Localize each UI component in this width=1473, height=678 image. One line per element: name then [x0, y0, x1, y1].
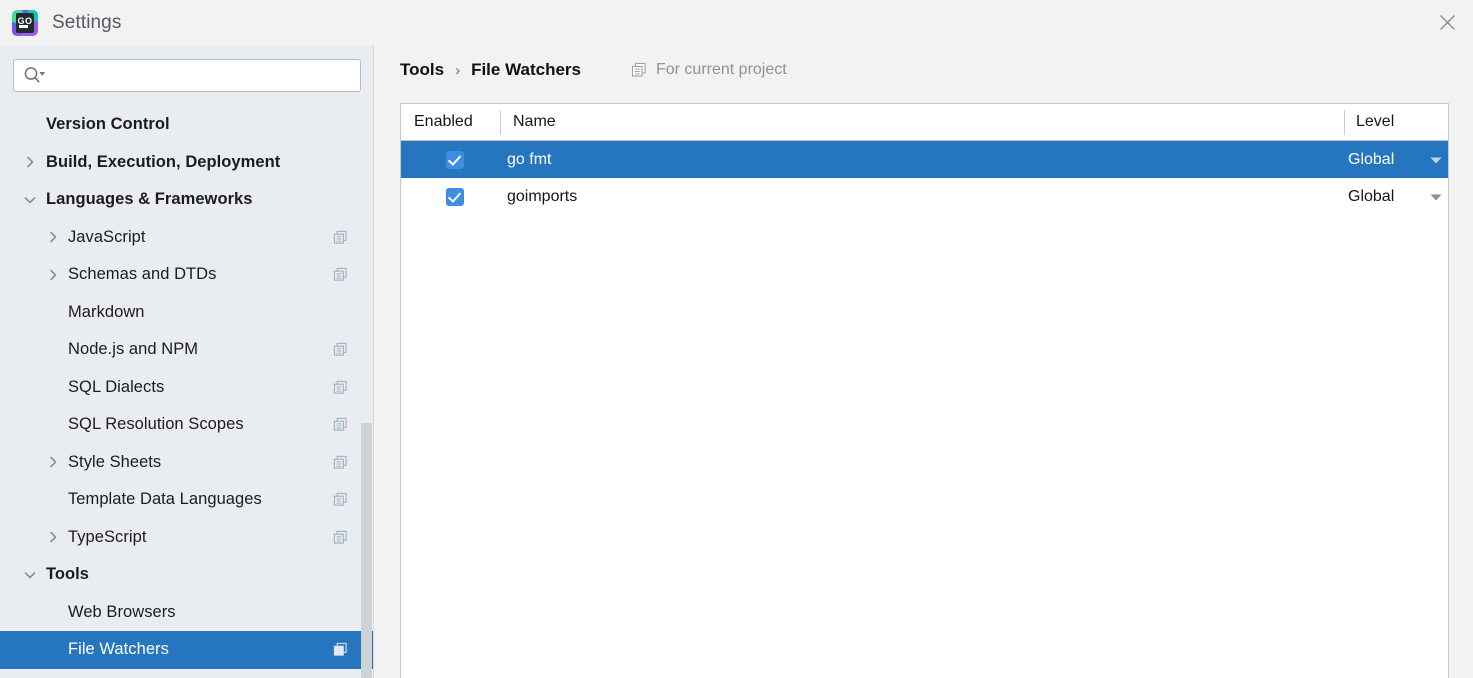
copy-config-icon[interactable]	[333, 492, 348, 507]
sidebar-item-typescript[interactable]: TypeScript	[0, 519, 374, 557]
breadcrumb-parent[interactable]: Tools	[400, 60, 444, 80]
copy-config-icon[interactable]	[333, 530, 348, 545]
watcher-level: Global	[1348, 187, 1395, 205]
goland-logo-icon: GO	[12, 9, 38, 36]
column-header-level[interactable]: Level	[1356, 104, 1394, 140]
project-scope-label: For current project	[655, 61, 787, 78]
close-button[interactable]	[1421, 0, 1473, 45]
breadcrumb: Tools › File Watchers For current projec…	[400, 57, 787, 83]
sidebar-item-label: SQL Dialects	[68, 377, 165, 396]
logo-glyph: GO	[16, 12, 34, 33]
chevron-right-icon[interactable]	[45, 529, 61, 545]
settings-window: GO Settings Version Control Build, Execut…	[0, 0, 1473, 678]
close-icon	[1439, 15, 1455, 30]
sidebar-item-style-sheets[interactable]: Style Sheets	[0, 444, 374, 482]
sidebar-item-label: Languages & Frameworks	[46, 190, 253, 209]
chevron-right-icon[interactable]	[45, 267, 61, 283]
sidebar-item-label: Build, Execution, Deployment	[46, 152, 281, 171]
settings-tree: Version Control Build, Execution, Deploym…	[0, 106, 374, 678]
watcher-level: Global	[1348, 150, 1395, 168]
level-dropdown-icon[interactable]	[1429, 153, 1443, 167]
sidebar-item-label: Version Control	[46, 115, 170, 134]
sidebar-item-label: Template Data Languages	[68, 490, 262, 509]
sidebar-item-javascript[interactable]: JavaScript	[0, 219, 374, 257]
table-header: Enabled Name Level	[401, 104, 1448, 141]
table-row[interactable]: go fmt Global	[401, 141, 1448, 178]
sidebar-item-schemas-and-dtds[interactable]: Schemas and DTDs	[0, 256, 374, 294]
column-header-enabled[interactable]: Enabled	[414, 104, 473, 140]
logo-underbar	[19, 24, 28, 28]
chevron-right-icon[interactable]	[45, 229, 61, 245]
breadcrumb-current: File Watchers	[471, 60, 581, 79]
sidebar-item-sql-dialects[interactable]: SQL Dialects	[0, 369, 374, 407]
search-input[interactable]	[13, 59, 361, 92]
sidebar-item-label: JavaScript	[68, 227, 146, 246]
sidebar-item-label: Style Sheets	[68, 452, 162, 471]
copy-config-icon[interactable]	[333, 342, 348, 357]
enabled-checkbox[interactable]	[446, 187, 464, 206]
sidebar-item-label: Node.js and NPM	[68, 340, 199, 359]
copy-config-icon[interactable]	[333, 230, 348, 245]
checkmark-icon	[446, 150, 464, 169]
sidebar-item-label: File Watchers	[68, 640, 169, 659]
enabled-checkbox[interactable]	[446, 150, 464, 169]
sidebar-item-sql-resolution-scopes[interactable]: SQL Resolution Scopes	[0, 406, 374, 444]
file-watchers-table: Enabled Name Level go fmt Global goimports…	[400, 103, 1449, 678]
column-divider-1[interactable]	[500, 110, 501, 135]
copy-config-icon[interactable]	[333, 267, 348, 282]
column-divider-2[interactable]	[1344, 110, 1345, 135]
checkmark-icon	[446, 187, 464, 206]
breadcrumb-separator: ›	[455, 61, 461, 79]
level-dropdown-icon[interactable]	[1429, 190, 1443, 204]
sidebar-item-build-execution-deployment[interactable]: Build, Execution, Deployment	[0, 144, 374, 182]
search-field[interactable]	[13, 59, 361, 92]
title-bar: GO Settings	[0, 0, 1473, 45]
window-title: Settings	[52, 11, 122, 33]
sidebar-item-template-data-languages[interactable]: Template Data Languages	[0, 481, 374, 519]
sidebar-item-label: TypeScript	[68, 527, 147, 546]
sidebar-item-web-browsers[interactable]: Web Browsers	[0, 594, 374, 632]
sidebar-item-label: Tools	[46, 565, 90, 584]
sidebar-item-markdown[interactable]: Markdown	[0, 294, 374, 332]
sidebar-item-label: Schemas and DTDs	[68, 265, 217, 284]
copy-config-icon[interactable]	[333, 380, 348, 395]
copy-scope-icon	[631, 62, 646, 77]
table-row[interactable]: goimports Global	[401, 178, 1448, 215]
chevron-down-icon[interactable]	[22, 192, 38, 208]
settings-sidebar: Version Control Build, Execution, Deploym…	[0, 45, 374, 678]
copy-config-icon[interactable]	[333, 642, 348, 657]
chevron-right-icon[interactable]	[22, 154, 38, 170]
sidebar-item-version-control[interactable]: Version Control	[0, 106, 374, 144]
copy-config-icon[interactable]	[333, 417, 348, 432]
sidebar-item-node-js-and-npm[interactable]: Node.js and NPM	[0, 331, 374, 369]
settings-content: Tools › File Watchers For current projec…	[374, 45, 1473, 678]
sidebar-item-tools[interactable]: Tools	[0, 556, 374, 594]
watcher-name: go fmt	[507, 150, 552, 168]
project-scope: For current project	[631, 61, 787, 79]
sidebar-item-file-watchers[interactable]: File Watchers	[0, 631, 374, 669]
chevron-right-icon[interactable]	[45, 454, 61, 470]
sidebar-item-label: Web Browsers	[68, 602, 176, 621]
watcher-name: goimports	[507, 187, 578, 205]
chevron-down-icon[interactable]	[22, 567, 38, 583]
copy-config-icon[interactable]	[333, 455, 348, 470]
sidebar-item-languages-frameworks[interactable]: Languages & Frameworks	[0, 181, 374, 219]
sidebar-item-label: SQL Resolution Scopes	[68, 415, 244, 434]
sidebar-scrollbar[interactable]	[361, 423, 372, 678]
table-body: go fmt Global goimports Global	[401, 141, 1448, 215]
column-header-name[interactable]: Name	[513, 104, 556, 140]
sidebar-item-label: Markdown	[68, 302, 145, 321]
